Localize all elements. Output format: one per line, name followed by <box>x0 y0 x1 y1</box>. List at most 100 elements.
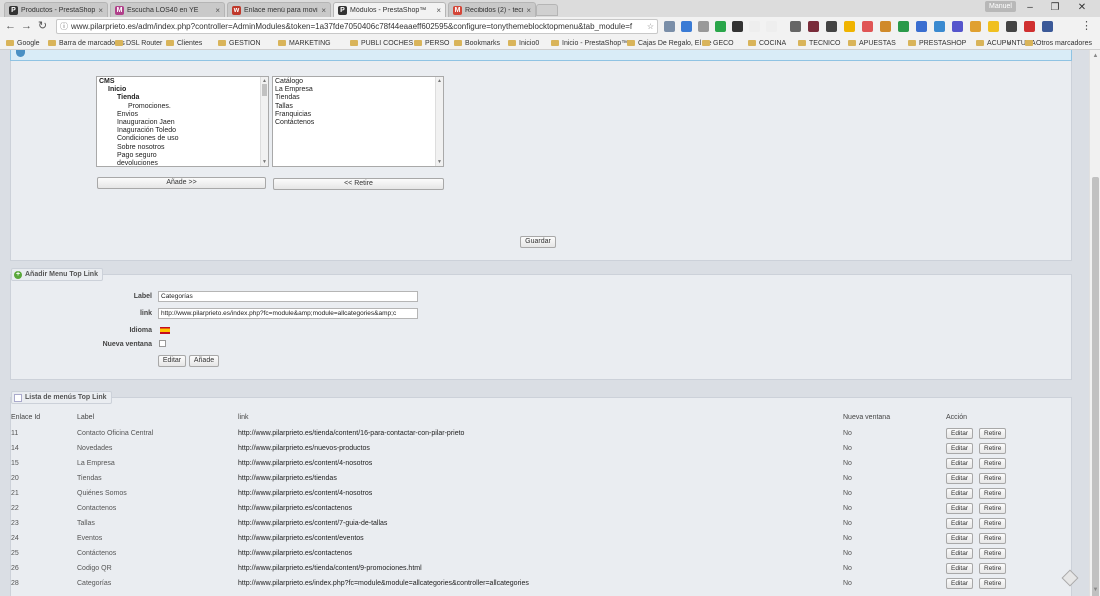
edit-row-button[interactable]: Editar <box>946 518 973 529</box>
close-window-icon[interactable]: ✕ <box>1072 1 1092 14</box>
extension-icon[interactable] <box>681 21 692 32</box>
edit-link-button[interactable]: Editar <box>158 355 186 367</box>
extension-icon[interactable] <box>844 21 855 32</box>
extension-icon[interactable] <box>1006 21 1017 32</box>
selected-option[interactable]: La Empresa <box>275 86 441 94</box>
bookmark-item[interactable]: Cajas De Regalo, El Pe <box>627 38 712 48</box>
bookmark-item[interactable]: Inicio0 <box>508 38 539 48</box>
link-input[interactable]: http://www.pilarprieto.es/index.php?fc=m… <box>158 308 418 319</box>
bookmark-item[interactable]: Clientes <box>166 38 202 48</box>
bookmark-item[interactable]: TECNICO <box>798 38 841 48</box>
new-tab-button[interactable] <box>536 4 558 16</box>
available-option[interactable]: Envios <box>99 111 266 119</box>
remove-row-button[interactable]: Retire <box>979 578 1007 589</box>
scroll-up-icon[interactable]: ▲ <box>437 77 442 85</box>
browser-tab[interactable]: P Productos - PrestaShop™ × <box>4 2 108 17</box>
extension-icon[interactable] <box>970 21 981 32</box>
available-option[interactable]: Condiciones de uso <box>99 135 266 143</box>
bookmark-star-icon[interactable]: ☆ <box>647 20 654 33</box>
extension-icon[interactable] <box>934 21 945 32</box>
close-tab-icon[interactable]: × <box>98 6 103 15</box>
selected-list-scrollbar[interactable]: ▲ ▼ <box>435 77 443 166</box>
selected-option[interactable]: Tiendas <box>275 94 441 102</box>
page-scrollbar[interactable]: ▲ ▼ <box>1089 50 1100 596</box>
spanish-flag-icon[interactable] <box>160 327 170 334</box>
bookmark-item[interactable]: PUBLI COCHES <box>350 38 413 48</box>
bookmark-item[interactable]: APUESTAS <box>848 38 896 48</box>
available-option[interactable]: Pago seguro <box>99 152 266 160</box>
remove-row-button[interactable]: Retire <box>979 563 1007 574</box>
extension-icon[interactable] <box>715 21 726 32</box>
scroll-thumb[interactable] <box>262 84 267 96</box>
close-tab-icon[interactable]: × <box>436 6 441 15</box>
extension-icon[interactable] <box>916 21 927 32</box>
selected-option[interactable]: Tallas <box>275 103 441 111</box>
close-tab-icon[interactable]: × <box>526 6 531 15</box>
edit-row-button[interactable]: Editar <box>946 548 973 559</box>
save-button[interactable]: Guardar <box>520 236 556 248</box>
bookmark-item[interactable]: Bookmarks <box>454 38 500 48</box>
edit-row-button[interactable]: Editar <box>946 563 973 574</box>
available-option[interactable]: Promociones. <box>99 103 266 111</box>
remove-row-button[interactable]: Retire <box>979 473 1007 484</box>
address-bar[interactable]: ⓘ www.pilarprieto.es/adm/index.php?contr… <box>56 19 658 34</box>
extension-icon[interactable] <box>790 21 801 32</box>
browser-tab[interactable]: M Escucha LOS40 en YE × <box>110 2 225 17</box>
add-link-button[interactable]: Añade <box>189 355 219 367</box>
selected-option[interactable]: Franquicias <box>275 111 441 119</box>
available-option[interactable]: Tienda <box>99 94 266 102</box>
extension-icon[interactable] <box>808 21 819 32</box>
back-icon[interactable]: ← <box>4 20 17 33</box>
remove-row-button[interactable]: Retire <box>979 458 1007 469</box>
scroll-down-icon[interactable]: ▼ <box>437 158 442 166</box>
edit-row-button[interactable]: Editar <box>946 428 973 439</box>
browser-tab[interactable]: w Enlace menú para movil × <box>227 2 331 17</box>
remove-item-button[interactable]: << Retire <box>273 178 444 190</box>
pinterest-icon[interactable] <box>1024 21 1035 32</box>
selected-option[interactable]: Contáctenos <box>275 119 441 127</box>
available-list-scrollbar[interactable]: ▲ ▼ <box>260 77 268 166</box>
bookmark-item[interactable]: PERSO <box>414 38 450 48</box>
extension-icon[interactable] <box>898 21 909 32</box>
remove-row-button[interactable]: Retire <box>979 518 1007 529</box>
site-info-icon[interactable]: ⓘ <box>60 20 68 33</box>
extension-icon[interactable] <box>862 21 873 32</box>
edit-row-button[interactable]: Editar <box>946 443 973 454</box>
bookmark-item[interactable]: Inicio - PrestaShop™ <box>551 38 628 48</box>
bookmark-item[interactable]: PRESTASHOP <box>908 38 966 48</box>
edit-row-button[interactable]: Editar <box>946 503 973 514</box>
minimize-icon[interactable]: – <box>1020 1 1040 14</box>
extension-icon[interactable] <box>732 21 743 32</box>
available-option[interactable]: Inicio <box>99 86 266 94</box>
scroll-up-icon[interactable]: ▲ <box>1092 52 1099 60</box>
extension-icon[interactable] <box>766 21 777 32</box>
reload-icon[interactable]: ↻ <box>36 20 49 33</box>
remove-row-button[interactable]: Retire <box>979 428 1007 439</box>
close-tab-icon[interactable]: × <box>321 6 326 15</box>
available-option[interactable]: Inauguracion Jaen <box>99 119 266 127</box>
close-tab-icon[interactable]: × <box>215 6 220 15</box>
forward-icon[interactable]: → <box>20 20 33 33</box>
browser-tab[interactable]: P Módulos - PrestaShop™ × <box>333 2 446 17</box>
menu-icon[interactable]: ⋮ <box>1080 20 1093 33</box>
label-input[interactable]: Categorías <box>158 291 418 302</box>
extension-icon[interactable] <box>749 21 760 32</box>
available-items-list[interactable]: CMS Inicio Tienda Promociones. Envios Inaugur… <box>96 76 269 167</box>
edit-row-button[interactable]: Editar <box>946 578 973 589</box>
extension-icon[interactable] <box>880 21 891 32</box>
extension-icon[interactable] <box>698 21 709 32</box>
remove-row-button[interactable]: Retire <box>979 503 1007 514</box>
bookmark-item[interactable]: MARKETING <box>278 38 331 48</box>
facebook-icon[interactable] <box>1042 21 1053 32</box>
edit-row-button[interactable]: Editar <box>946 488 973 499</box>
bookmark-item[interactable]: Barra de marcadores <box>48 38 125 48</box>
extension-icon[interactable] <box>826 21 837 32</box>
extension-icon[interactable] <box>664 21 675 32</box>
available-option[interactable]: Inaguración Toledo <box>99 127 266 135</box>
edit-row-button[interactable]: Editar <box>946 473 973 484</box>
page-scroll-thumb[interactable] <box>1092 177 1099 596</box>
browser-tab[interactable]: MRecibidos (2) - tecnicope× <box>448 2 536 17</box>
available-option[interactable]: Sobre nosotros <box>99 144 266 152</box>
selected-items-list[interactable]: Catálogo La Empresa Tiendas Tallas Franquici… <box>272 76 444 167</box>
profile-button[interactable]: Manuel <box>985 1 1016 12</box>
